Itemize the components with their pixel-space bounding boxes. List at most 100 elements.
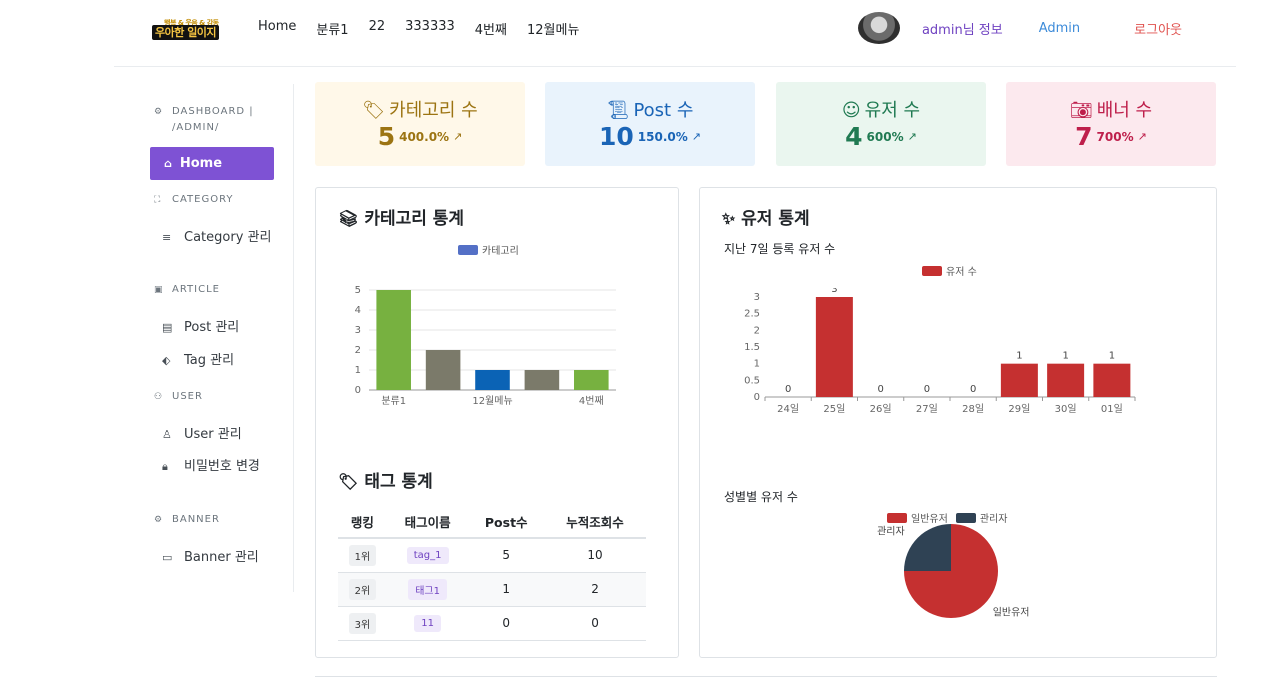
sparkles-icon: ✨︎ bbox=[722, 209, 736, 228]
sidebar-item-label: Category 관리 bbox=[184, 230, 272, 245]
avatar[interactable] bbox=[857, 12, 900, 44]
card-value: 4 bbox=[845, 122, 863, 151]
section-label: ARTICLE bbox=[172, 284, 220, 295]
user-stats-title: ✨︎ 유저 통계 bbox=[722, 209, 810, 229]
category-chart-legend[interactable]: 카테고리 bbox=[458, 242, 519, 257]
trend-up-icon: ↗ bbox=[1137, 130, 1147, 143]
sidebar-item-banner[interactable]: ▭ Banner 관리 bbox=[162, 549, 272, 566]
rank-badge: 2위 bbox=[348, 578, 377, 600]
stat-card-banner: 📷︎ 배너 수 7 700% ↗ bbox=[1006, 82, 1216, 166]
trend-up-icon: ↗ bbox=[907, 130, 917, 143]
bar-value-label: 0 bbox=[970, 384, 976, 395]
person-icon: ☺ bbox=[841, 100, 861, 121]
sidebar-item-home[interactable]: ⌂ Home bbox=[150, 147, 274, 180]
y-tick-label: 3 bbox=[355, 325, 361, 336]
logout-link[interactable]: 로그아웃 bbox=[1134, 19, 1182, 38]
sidebar-section-category: ⛶ CATEGORY bbox=[154, 192, 234, 208]
main-nav: Home 분류1 22 333333 4번째 12월메뉴 bbox=[258, 19, 579, 38]
bar-value-label: 0 bbox=[785, 384, 791, 395]
tag-badge[interactable]: 태그1 bbox=[408, 578, 447, 600]
sidebar-section-banner: ⚙ BANNER bbox=[154, 512, 220, 528]
user-nav: admin님 정보 Admin 로그아웃 bbox=[857, 12, 1182, 44]
card-value: 7 bbox=[1075, 122, 1093, 151]
x-tick-label: 27일 bbox=[916, 403, 938, 415]
nav-item-category1[interactable]: 분류1 bbox=[316, 19, 348, 38]
user-bar bbox=[815, 297, 853, 397]
card-percent: 700% bbox=[1096, 129, 1134, 144]
users-icon: ⚇ bbox=[154, 392, 164, 402]
bar-value-label: 3 bbox=[831, 288, 837, 295]
y-tick-label: 2.5 bbox=[744, 309, 760, 320]
card-title: Post 수 bbox=[633, 100, 694, 121]
post-count: 1 bbox=[468, 572, 545, 607]
tag-badge[interactable]: tag_1 bbox=[406, 546, 449, 564]
sidebar-item-label: User 관리 bbox=[184, 427, 242, 442]
y-tick-label: 0.5 bbox=[744, 375, 760, 386]
user-bar bbox=[1000, 363, 1038, 397]
user-stats-panel: ✨︎ 유저 통계 지난 7일 등록 유저 수 유저 수 0 0.5 1 1.5 2 2.5 3… bbox=[699, 187, 1217, 658]
sidebar-item-password[interactable]: 🔒︎ 비밀번호 변경 bbox=[162, 458, 272, 475]
card-percent: 400.0% bbox=[399, 129, 450, 144]
y-tick-label: 0 bbox=[754, 392, 760, 403]
card-percent: 150.0% bbox=[637, 129, 688, 144]
user-info-link[interactable]: admin님 정보 bbox=[922, 19, 1003, 38]
post-count: 0 bbox=[468, 606, 545, 641]
legend-label: 유저 수 bbox=[946, 267, 977, 278]
sidebar-item-label: Home bbox=[179, 156, 223, 171]
nav-item-4th[interactable]: 4번째 bbox=[475, 19, 507, 38]
tag-badge[interactable]: 11 bbox=[414, 614, 441, 632]
legend-swatch bbox=[922, 265, 942, 276]
x-tick-label: 29일 bbox=[1008, 403, 1030, 415]
nav-item-home[interactable]: Home bbox=[258, 19, 296, 38]
bar-value-label: 1 bbox=[1016, 351, 1022, 362]
home-icon: ⌂ bbox=[164, 157, 172, 170]
stat-card-post: 📜︎ Post 수 10 150.0% ↗ bbox=[545, 82, 755, 166]
y-tick-label: 2 bbox=[754, 325, 760, 336]
bar-value-label: 1 bbox=[1062, 351, 1068, 362]
user-chart-legend[interactable]: 유저 수 bbox=[922, 263, 977, 278]
site-logo[interactable]: 행복 & 웃음 & 감동 우아한 일이지 bbox=[152, 18, 236, 40]
sidebar-item-label: Tag 관리 bbox=[184, 353, 235, 368]
card-title: 배너 수 bbox=[1096, 100, 1153, 121]
sidebar-item-post[interactable]: ▤ Post 관리 bbox=[162, 319, 272, 336]
card-title: 카테고리 수 bbox=[389, 100, 478, 121]
sidebar-item-tag[interactable]: ⬖ Tag 관리 bbox=[162, 352, 272, 369]
sidebar-item-category[interactable]: ≡ Category 관리 bbox=[162, 229, 272, 246]
dashboard-icon: ⚙ bbox=[154, 107, 164, 117]
sidebar-item-user[interactable]: ♙ User 관리 bbox=[162, 426, 272, 443]
x-tick-label: 12월메뉴 bbox=[472, 395, 512, 407]
card-value: 5 bbox=[377, 122, 396, 151]
category-tag-panel: 📚︎ 카테고리 통계 카테고리 0 1 2 3 4 5 분류1 12월메뉴 4번째 🏷︎ 태그 통계… bbox=[315, 187, 679, 658]
pie-label: 일반유저 bbox=[993, 606, 1030, 618]
view-count: 10 bbox=[544, 538, 646, 573]
y-tick-label: 1 bbox=[355, 365, 361, 376]
gender-pie-chart: 일반유저 관리자 bbox=[877, 524, 1030, 618]
banner-section-icon: ⚙ bbox=[154, 515, 164, 525]
article-icon: ▣ bbox=[154, 285, 164, 295]
category-icon: ⛶ bbox=[154, 195, 162, 205]
y-tick-label: 0 bbox=[355, 385, 361, 396]
card-percent: 600% bbox=[866, 129, 904, 144]
tag-stats-title: 🏷︎ 태그 통계 bbox=[338, 472, 433, 492]
nav-item-333333[interactable]: 333333 bbox=[405, 19, 455, 38]
sidebar-section-user: ⚇ USER bbox=[154, 389, 203, 405]
view-count: 2 bbox=[544, 572, 646, 607]
tag-stats-table: 랭킹 태그이름 Post수 누적조회수 1위 tag_1 5 10 2위 태그1… bbox=[338, 506, 646, 641]
bar-value-label: 0 bbox=[924, 384, 930, 395]
category-bar bbox=[524, 370, 560, 390]
section-label: BANNER bbox=[172, 514, 220, 525]
sidebar-item-label: Post 관리 bbox=[184, 320, 240, 335]
stat-card-category: 🏷︎ 카테고리 수 5 400.0% ↗ bbox=[315, 82, 525, 166]
y-tick-label: 4 bbox=[355, 305, 361, 316]
admin-link[interactable]: Admin bbox=[1039, 21, 1080, 36]
sidebar-item-label: 비밀번호 변경 bbox=[184, 459, 260, 474]
books-icon: 📚︎ bbox=[338, 209, 359, 228]
nav-item-dec-menu[interactable]: 12월메뉴 bbox=[527, 19, 579, 38]
legend-swatch bbox=[458, 244, 478, 255]
nav-item-22[interactable]: 22 bbox=[369, 19, 386, 38]
stat-card-user: ☺ 유저 수 4 600% ↗ bbox=[776, 82, 986, 166]
camera-icon: 📷︎ bbox=[1069, 100, 1093, 121]
lock-icon: 🔒︎ bbox=[162, 460, 168, 473]
scroll-icon: 📜︎ bbox=[606, 100, 630, 121]
clipboard-icon: ▤ bbox=[162, 321, 173, 334]
